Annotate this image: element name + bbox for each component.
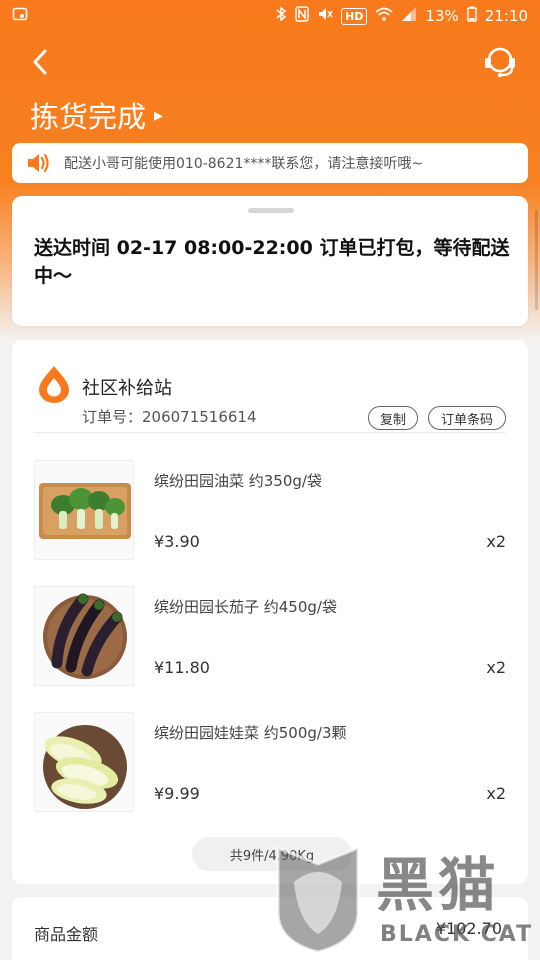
order-card: 社区补给站 订单号：206071516614 复制 订单条码 缤纷田园油菜 约3…	[12, 340, 528, 884]
hd-badge: HD	[341, 7, 368, 25]
speaker-icon	[26, 152, 52, 174]
product-image-eggplant[interactable]	[34, 586, 134, 686]
list-item[interactable]: 缤纷田园长茄子 约450g/袋 ¥11.80 x2	[34, 586, 506, 686]
caret-right-icon[interactable]: ▸	[154, 105, 163, 126]
item-price: ¥11.80	[154, 658, 210, 677]
delivery-notice: 配送小哥可能使用010-8621****联系您，请注意接听哦~	[12, 143, 528, 183]
nfc-icon	[295, 6, 309, 26]
headset-icon	[482, 44, 518, 84]
chevron-left-icon	[30, 48, 50, 80]
back-button[interactable]	[22, 46, 58, 82]
scrollbar[interactable]	[535, 210, 538, 310]
delivery-status-card: 送达时间 02-17 08:00-22:00 订单已打包，等待配送中～	[12, 196, 528, 326]
item-price: ¥3.90	[154, 532, 200, 551]
item-name: 缤纷田园娃娃菜 约500g/3颗	[154, 724, 347, 742]
item-name: 缤纷田园长茄子 约450g/袋	[154, 598, 337, 616]
page-title-text: 拣货完成	[30, 100, 147, 134]
store-name: 社区补给站	[82, 378, 172, 399]
product-image-baby-cabbage[interactable]	[34, 712, 134, 812]
cat-logo-icon	[268, 842, 368, 958]
page-title: 拣货完成 ▸	[30, 94, 163, 136]
divider	[34, 432, 506, 433]
delivery-status-text: 送达时间 02-17 08:00-22:00 订单已打包，等待配送中～	[34, 237, 510, 287]
list-item[interactable]: 缤纷田园油菜 约350g/袋 ¥3.90 x2	[34, 460, 506, 560]
wifi-icon	[375, 6, 393, 26]
battery-percent: 13%	[425, 7, 459, 25]
item-quantity: x2	[486, 658, 506, 677]
store-info: 社区补给站 订单号：206071516614 复制 订单条码	[36, 354, 508, 430]
order-barcode-button[interactable]: 订单条码	[428, 406, 506, 430]
nav-bar	[0, 40, 540, 90]
signal-icon	[401, 6, 417, 26]
item-quantity: x2	[486, 784, 506, 803]
notice-text: 配送小哥可能使用010-8621****联系您，请注意接听哦~	[64, 156, 424, 172]
item-name: 缤纷田园油菜 约350g/袋	[154, 472, 322, 490]
item-quantity: x2	[486, 532, 506, 551]
order-number: 订单号：206071516614	[82, 408, 257, 426]
status-bar: HD 13% 21:10	[0, 0, 540, 32]
customer-service-button[interactable]	[480, 44, 520, 84]
clock: 21:10	[484, 7, 528, 25]
goods-amount-label: 商品金额	[34, 925, 99, 944]
item-price: ¥9.99	[154, 784, 200, 803]
watermark-english: BLACK CAT	[380, 922, 534, 947]
copy-button[interactable]: 复制	[368, 406, 418, 430]
battery-icon	[467, 6, 477, 26]
watermark-chinese: 黑猫	[376, 851, 501, 919]
gallery-icon	[12, 6, 28, 26]
mute-icon	[317, 6, 333, 26]
bluetooth-icon	[275, 6, 287, 26]
drag-handle[interactable]	[248, 208, 294, 213]
store-logo-icon	[36, 364, 72, 404]
watermark: 黑猫 BLACK CAT	[268, 838, 538, 958]
product-image-bok-choy[interactable]	[34, 460, 134, 560]
list-item[interactable]: 缤纷田园娃娃菜 约500g/3颗 ¥9.99 x2	[34, 712, 506, 812]
